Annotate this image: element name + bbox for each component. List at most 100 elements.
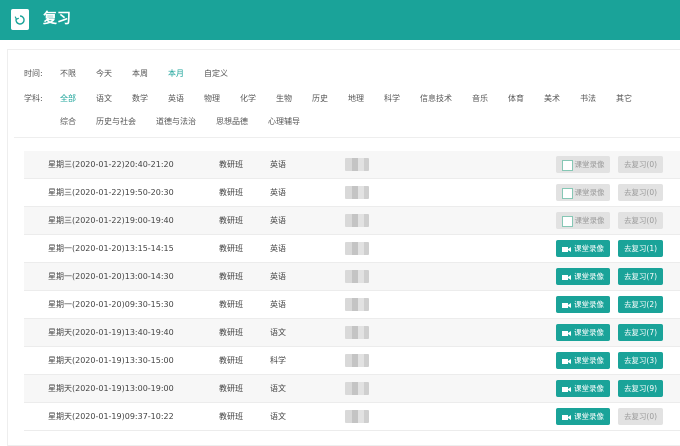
page-title: 复习 <box>43 11 71 27</box>
video-camera-icon <box>562 330 571 336</box>
subject-option-math[interactable]: 数学 <box>132 91 148 107</box>
class-recording-label: 课堂录像 <box>574 328 604 337</box>
class-recording-button[interactable]: 课堂录像 <box>556 240 610 257</box>
class-recording-label: 课堂录像 <box>574 300 604 309</box>
subject-option-history-society[interactable]: 历史与社会 <box>96 114 136 130</box>
go-review-button[interactable]: 去复习(0) <box>618 212 663 229</box>
time-option-week[interactable]: 本周 <box>132 66 148 82</box>
time-option-month[interactable]: 本月 <box>168 66 184 82</box>
class-recording-button[interactable]: 课堂录像 <box>556 296 610 313</box>
video-camera-icon <box>562 414 571 420</box>
go-review-button[interactable]: 去复习(9) <box>618 380 663 397</box>
teacher-avatar <box>345 326 369 339</box>
lesson-time: 星期三(2020-01-22)19:50-20:30 <box>48 188 174 197</box>
subject-option-science[interactable]: 科学 <box>384 91 400 107</box>
go-review-button[interactable]: 去复习(3) <box>618 352 663 369</box>
subject-filter-label: 学科: <box>24 94 43 103</box>
teacher-avatar <box>345 158 369 171</box>
lesson-subject: 英语 <box>270 244 286 253</box>
lesson-class: 教研班 <box>219 300 243 309</box>
subject-option-pe[interactable]: 体育 <box>508 91 524 107</box>
go-review-button[interactable]: 去复习(0) <box>618 184 663 201</box>
lesson-subject: 英语 <box>270 216 286 225</box>
lesson-subject: 英语 <box>270 188 286 197</box>
lesson-subject: 英语 <box>270 272 286 281</box>
subject-option-comprehensive[interactable]: 综合 <box>60 114 76 130</box>
video-camera-icon <box>562 358 571 364</box>
table-row: 星期天(2020-01-19)09:37-10:22 教研班 语文 课堂录像 去复习(0… <box>24 403 680 431</box>
teacher-avatar <box>345 298 369 311</box>
video-placeholder-icon <box>561 159 573 171</box>
time-option-any[interactable]: 不限 <box>60 66 76 82</box>
subject-option-morality-law[interactable]: 道德与法治 <box>156 114 196 130</box>
go-review-button[interactable]: 去复习(1) <box>618 240 663 257</box>
subject-option-english[interactable]: 英语 <box>168 91 184 107</box>
time-filter-row: 时间: 不限 今天 本周 本月 自定义 <box>24 66 664 82</box>
class-recording-label: 课堂录像 <box>574 356 604 365</box>
subject-option-physics[interactable]: 物理 <box>204 91 220 107</box>
go-review-button[interactable]: 去复习(2) <box>618 296 663 313</box>
class-recording-label: 课堂录像 <box>574 160 605 169</box>
lesson-class: 教研班 <box>219 244 243 253</box>
teacher-avatar <box>345 410 369 423</box>
lesson-time: 星期一(2020-01-20)13:00-14:30 <box>48 272 174 281</box>
teacher-avatar <box>345 214 369 227</box>
class-recording-button[interactable]: 课堂录像 <box>556 324 610 341</box>
subject-option-counseling[interactable]: 心理辅导 <box>268 114 300 130</box>
go-review-button[interactable]: 去复习(7) <box>618 268 663 285</box>
go-review-button[interactable]: 去复习(7) <box>618 324 663 341</box>
class-recording-button[interactable]: 课堂录像 <box>556 212 610 229</box>
subject-filter-row-2: 综合 历史与社会 道德与法治 思想品德 心理辅导 <box>60 114 660 130</box>
subject-option-biology[interactable]: 生物 <box>276 91 292 107</box>
time-option-custom[interactable]: 自定义 <box>204 66 228 82</box>
subject-option-chinese[interactable]: 语文 <box>96 91 112 107</box>
subject-option-all[interactable]: 全部 <box>60 91 76 107</box>
subject-option-it[interactable]: 信息技术 <box>420 91 452 107</box>
lesson-time: 星期三(2020-01-22)19:00-19:40 <box>48 216 174 225</box>
subject-option-calligraphy[interactable]: 书法 <box>580 91 596 107</box>
video-camera-icon <box>562 386 571 392</box>
table-row: 星期天(2020-01-19)13:40-19:40 教研班 语文 课堂录像 去复习(7… <box>24 319 680 347</box>
video-placeholder-icon <box>561 187 573 199</box>
table-row: 星期三(2020-01-22)20:40-21:20 教研班 英语 课堂录像 去复习(0… <box>24 151 680 179</box>
subject-option-ideology[interactable]: 思想品德 <box>216 114 248 130</box>
video-camera-icon <box>562 246 571 252</box>
lesson-time: 星期天(2020-01-19)09:37-10:22 <box>48 412 174 421</box>
lesson-class: 教研班 <box>219 160 243 169</box>
lesson-subject: 语文 <box>270 328 286 337</box>
table-row: 星期三(2020-01-22)19:50-20:30 教研班 英语 课堂录像 去复习(0… <box>24 179 680 207</box>
class-recording-button[interactable]: 课堂录像 <box>556 380 610 397</box>
subject-option-art[interactable]: 美术 <box>544 91 560 107</box>
class-recording-button[interactable]: 课堂录像 <box>556 408 610 425</box>
class-recording-label: 课堂录像 <box>574 188 605 197</box>
subject-option-history[interactable]: 历史 <box>312 91 328 107</box>
lesson-subject: 语文 <box>270 412 286 421</box>
video-placeholder-icon <box>561 215 573 227</box>
lesson-time: 星期天(2020-01-19)13:40-19:40 <box>48 328 174 337</box>
teacher-avatar <box>345 354 369 367</box>
lesson-time: 星期一(2020-01-20)09:30-15:30 <box>48 300 174 309</box>
class-recording-button[interactable]: 课堂录像 <box>556 184 610 201</box>
go-review-button[interactable]: 去复习(0) <box>618 408 663 425</box>
time-option-today[interactable]: 今天 <box>96 66 112 82</box>
table-row: 星期一(2020-01-20)13:15-14:15 教研班 英语 课堂录像 去复习(1… <box>24 235 680 263</box>
lesson-subject: 英语 <box>270 300 286 309</box>
class-recording-button[interactable]: 课堂录像 <box>556 268 610 285</box>
class-recording-button[interactable]: 课堂录像 <box>556 352 610 369</box>
lesson-class: 教研班 <box>219 272 243 281</box>
class-recording-button[interactable]: 课堂录像 <box>556 156 610 173</box>
lesson-time: 星期三(2020-01-22)20:40-21:20 <box>48 160 174 169</box>
subject-option-geography[interactable]: 地理 <box>348 91 364 107</box>
lesson-class: 教研班 <box>219 188 243 197</box>
subject-option-music[interactable]: 音乐 <box>472 91 488 107</box>
teacher-avatar <box>345 242 369 255</box>
subject-option-other[interactable]: 其它 <box>616 91 632 107</box>
table-row: 星期三(2020-01-22)19:00-19:40 教研班 英语 课堂录像 去复习(0… <box>24 207 680 235</box>
teacher-avatar <box>345 186 369 199</box>
video-camera-icon <box>562 274 571 280</box>
filter-divider <box>14 137 680 138</box>
subject-option-chemistry[interactable]: 化学 <box>240 91 256 107</box>
go-review-button[interactable]: 去复习(0) <box>618 156 663 173</box>
teacher-avatar <box>345 270 369 283</box>
lesson-class: 教研班 <box>219 328 243 337</box>
